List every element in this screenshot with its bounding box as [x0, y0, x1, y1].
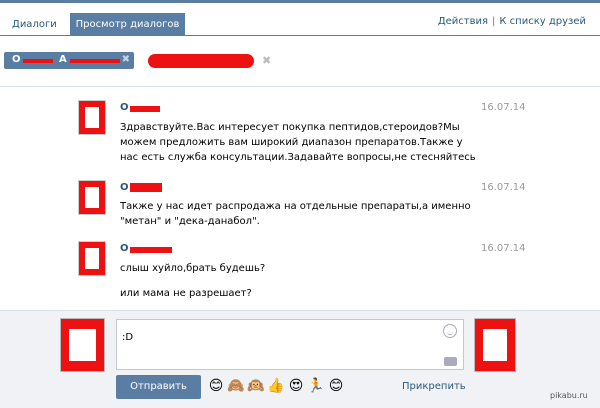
tab-dialogs[interactable]: Диалоги	[12, 13, 57, 36]
camera-icon[interactable]	[444, 357, 457, 366]
message-input-text: :D	[122, 332, 134, 343]
message-text: или мама не разрешает?	[120, 288, 252, 299]
close-icon[interactable]: ✖	[122, 54, 130, 65]
watermark: pikabu.ru	[550, 391, 588, 400]
smile-icon[interactable]	[443, 324, 457, 338]
avatar[interactable]	[78, 241, 106, 276]
message-date[interactable]: 16.07.14	[481, 243, 526, 254]
see-no-evil-monkey-icon[interactable]: 🙈	[227, 377, 245, 395]
avatar[interactable]	[60, 318, 105, 372]
token-second-initial: А	[59, 54, 67, 65]
message-date[interactable]: 16.07.14	[481, 182, 526, 193]
actions-link[interactable]: Действия	[438, 16, 488, 27]
send-button[interactable]: Отправить	[116, 375, 201, 399]
message-author[interactable]: О	[120, 243, 129, 254]
avatar[interactable]	[78, 180, 106, 215]
censor-bar	[70, 59, 120, 63]
message-author[interactable]: О	[120, 182, 129, 193]
friends-list-link[interactable]: К списку друзей	[499, 16, 586, 27]
close-icon[interactable]: ✖	[262, 54, 271, 67]
participant-tokens: О А ✖ ✖	[0, 36, 600, 86]
message-text: слыш хуйло,брать будешь?	[120, 263, 266, 274]
censor-bar	[23, 59, 53, 63]
separator: |	[492, 16, 496, 27]
token-first-initial: О	[12, 54, 21, 65]
message-author[interactable]: О	[120, 102, 129, 113]
smile-emoji-icon[interactable]: 😊	[207, 377, 225, 395]
compose-area: :D Отправить 😊 🙈 🙉 👍 😍 🏃 😊 Прикрепить	[0, 310, 600, 408]
censor-bar	[130, 183, 162, 192]
hear-no-evil-monkey-icon[interactable]: 🙉	[247, 377, 265, 395]
avatar[interactable]	[474, 318, 516, 372]
attach-link[interactable]: Прикрепить	[402, 381, 466, 392]
participant-token[interactable]: О А ✖	[4, 52, 134, 69]
censor-scribble	[148, 54, 254, 68]
thumbs-up-icon[interactable]: 👍	[267, 377, 285, 395]
message-text: Здравствуйте.Вас интересует покупка пепт…	[120, 122, 476, 163]
censor-bar	[130, 247, 172, 253]
tab-actions-group: Действия | К списку друзей	[438, 16, 586, 27]
tab-view-dialogs[interactable]: Просмотр диалогов	[70, 13, 185, 36]
tab-bar: Диалоги Просмотр диалогов Действия | К спи…	[0, 3, 600, 36]
blush-icon[interactable]: 😊	[327, 377, 345, 395]
message-input[interactable]: :D	[116, 319, 464, 370]
avatar[interactable]	[78, 100, 106, 135]
runner-icon[interactable]: 🏃	[307, 377, 325, 395]
divider	[0, 86, 600, 87]
message-text: Также у нас идет распродажа на отдельные…	[120, 201, 471, 227]
message-date[interactable]: 16.07.14	[481, 102, 526, 113]
censor-bar	[130, 106, 160, 112]
heart-eyes-icon[interactable]: 😍	[287, 377, 305, 395]
